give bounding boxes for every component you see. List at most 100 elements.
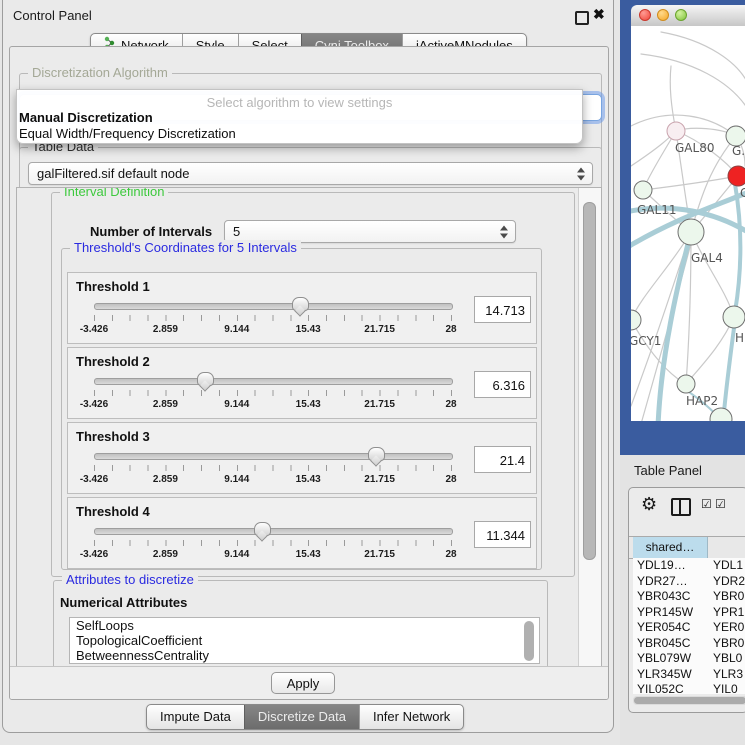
list-scrollbar-thumb[interactable] — [524, 621, 534, 661]
slider-track[interactable] — [94, 378, 453, 385]
network-node[interactable] — [726, 126, 745, 146]
zoom-traffic-light-icon[interactable] — [675, 9, 687, 21]
tick-label: 28 — [426, 324, 476, 335]
network-view-frame[interactable]: GAL80G.CGAL11GAL4GCY1HHAP2 — [620, 0, 745, 455]
tab-infer-network[interactable]: Infer Network — [359, 705, 463, 729]
threshold-value-box[interactable]: 21.4 — [474, 446, 531, 473]
thresholds-group-title: Threshold's Coordinates for 5 Intervals — [70, 240, 301, 255]
float-window-icon[interactable] — [575, 11, 589, 25]
network-node[interactable] — [631, 310, 641, 330]
table-row[interactable]: YDR27…YDR2 — [633, 574, 745, 590]
numerical-attributes-list[interactable]: SelfLoopsTopologicalCoefficientBetweenne… — [69, 617, 540, 664]
network-canvas[interactable]: GAL80G.CGAL11GAL4GCY1HHAP2 — [631, 26, 745, 421]
panel-scrollbar-thumb[interactable] — [583, 202, 596, 560]
slider-thumb[interactable] — [254, 522, 271, 536]
table-row[interactable]: YBR045CYBR0 — [633, 636, 745, 652]
slider-track[interactable] — [94, 303, 453, 310]
cell-name[interactable]: YBR0 — [713, 589, 744, 605]
cell-shared-name[interactable]: YBL079W — [633, 651, 713, 667]
network-node[interactable] — [667, 122, 685, 140]
column-header-name[interactable]: n — [709, 537, 745, 558]
cell-name[interactable]: YIL0 — [713, 682, 738, 694]
cell-name[interactable]: YBR0 — [713, 636, 744, 652]
cyni-toolbox-panel: Discretization Algorithm Select algorith… — [9, 46, 609, 700]
apply-row: Apply — [10, 666, 608, 699]
window-title: Control Panel — [13, 8, 92, 23]
table-rows[interactable]: YDL19…YDL1YDR27…YDR2YBR043CYBR0YPR145WYP… — [633, 558, 745, 694]
column-split-icon[interactable] — [671, 498, 691, 516]
table-row[interactable]: YBL079WYBL0 — [633, 651, 745, 667]
slider-thumb[interactable] — [368, 447, 385, 461]
table-row[interactable]: YBR043CYBR0 — [633, 589, 745, 605]
tick-label: 15.43 — [283, 474, 333, 485]
network-node[interactable] — [723, 306, 745, 328]
cell-name[interactable]: YLR3 — [713, 667, 743, 683]
dropdown-option-equal-width[interactable]: Equal Width/Frequency Discretization — [19, 126, 236, 141]
attribute-list-item[interactable]: BetweennessCentrality — [70, 648, 539, 663]
cell-shared-name[interactable]: YLR345W — [633, 667, 713, 683]
dropdown-option-manual[interactable]: Manual Discretization — [19, 110, 153, 125]
checkbox-checked-icon[interactable]: ☑ — [715, 497, 726, 511]
table-hscrollbar-thumb[interactable] — [634, 697, 745, 704]
cell-shared-name[interactable]: YBR043C — [633, 589, 713, 605]
slider-track[interactable] — [94, 528, 453, 535]
close-icon[interactable]: ✖ — [593, 6, 605, 23]
table-row[interactable]: YIL052CYIL0 — [633, 682, 745, 694]
cell-name[interactable]: YBL0 — [713, 651, 742, 667]
network-node-label: G. — [732, 144, 745, 158]
column-header-shared-name[interactable]: shared… — [633, 537, 708, 558]
slider-ticks — [94, 390, 452, 396]
cell-shared-name[interactable]: YPR145W — [633, 605, 713, 621]
table-row[interactable]: YER054CYER0 — [633, 620, 745, 636]
threshold-value-box[interactable]: 11.344 — [474, 521, 531, 548]
network-node[interactable] — [728, 166, 745, 186]
checkbox-checked-icon[interactable]: ☑ — [701, 497, 712, 511]
threshold-label: Threshold 2 — [76, 354, 150, 369]
table-data-combobox[interactable]: galFiltered.sif default node — [28, 162, 593, 185]
table-row[interactable]: YDL19…YDL1 — [633, 558, 745, 574]
attributes-group-title: Attributes to discretize — [62, 572, 198, 587]
tick-label: 9.144 — [212, 549, 262, 560]
tick-label: 2.859 — [140, 549, 190, 560]
network-node[interactable] — [710, 408, 732, 421]
network-node[interactable] — [677, 375, 695, 393]
number-of-intervals-label: Number of Intervals — [90, 224, 212, 239]
settings-scrollpane: Interval Definition Number of Intervals … — [16, 187, 602, 669]
cell-name[interactable]: YER0 — [713, 620, 744, 636]
threshold-row: Threshold 4 -3.4262.8599.14415.4321.7152… — [67, 497, 537, 569]
tab-discretize-data-label: Discretize Data — [258, 705, 346, 729]
slider-thumb[interactable] — [292, 297, 309, 311]
tab-impute-data[interactable]: Impute Data — [147, 705, 244, 729]
network-node[interactable] — [678, 219, 704, 245]
table-row[interactable]: YPR145WYPR1 — [633, 605, 745, 621]
threshold-value-box[interactable]: 6.316 — [474, 371, 531, 398]
threshold-value-box[interactable]: 14.713 — [474, 296, 531, 323]
network-node-label: GAL11 — [637, 203, 676, 217]
table-horizontal-scrollbar[interactable] — [633, 696, 745, 705]
close-traffic-light-icon[interactable] — [639, 9, 651, 21]
cell-shared-name[interactable]: YER054C — [633, 620, 713, 636]
number-of-intervals-value: 5 — [233, 224, 240, 239]
tick-label: 21.715 — [355, 399, 405, 410]
cell-name[interactable]: YPR1 — [713, 605, 744, 621]
cell-shared-name[interactable]: YIL052C — [633, 682, 713, 694]
interval-definition-group: Interval Definition Number of Intervals … — [51, 192, 575, 577]
tab-discretize-data[interactable]: Discretize Data — [244, 705, 359, 729]
apply-button[interactable]: Apply — [271, 672, 335, 694]
tick-label: 21.715 — [355, 324, 405, 335]
combobox-stepper-icon — [577, 167, 586, 180]
cell-shared-name[interactable]: YDL19… — [633, 558, 713, 574]
table-row[interactable]: YLR345WYLR3 — [633, 667, 745, 683]
attribute-list-item[interactable]: TopologicalCoefficient — [70, 633, 539, 648]
cell-shared-name[interactable]: YDR27… — [633, 574, 713, 590]
panel-vertical-scrollbar[interactable] — [578, 188, 602, 668]
slider-thumb[interactable] — [197, 372, 214, 386]
attribute-list-item[interactable]: SelfLoops — [70, 618, 539, 633]
cell-name[interactable]: YDL1 — [713, 558, 743, 574]
minimize-traffic-light-icon[interactable] — [657, 9, 669, 21]
slider-track[interactable] — [94, 453, 453, 460]
network-node[interactable] — [634, 181, 652, 199]
settings-gear-icon[interactable]: ⚙ — [641, 494, 657, 515]
cell-name[interactable]: YDR2 — [713, 574, 745, 590]
cell-shared-name[interactable]: YBR045C — [633, 636, 713, 652]
